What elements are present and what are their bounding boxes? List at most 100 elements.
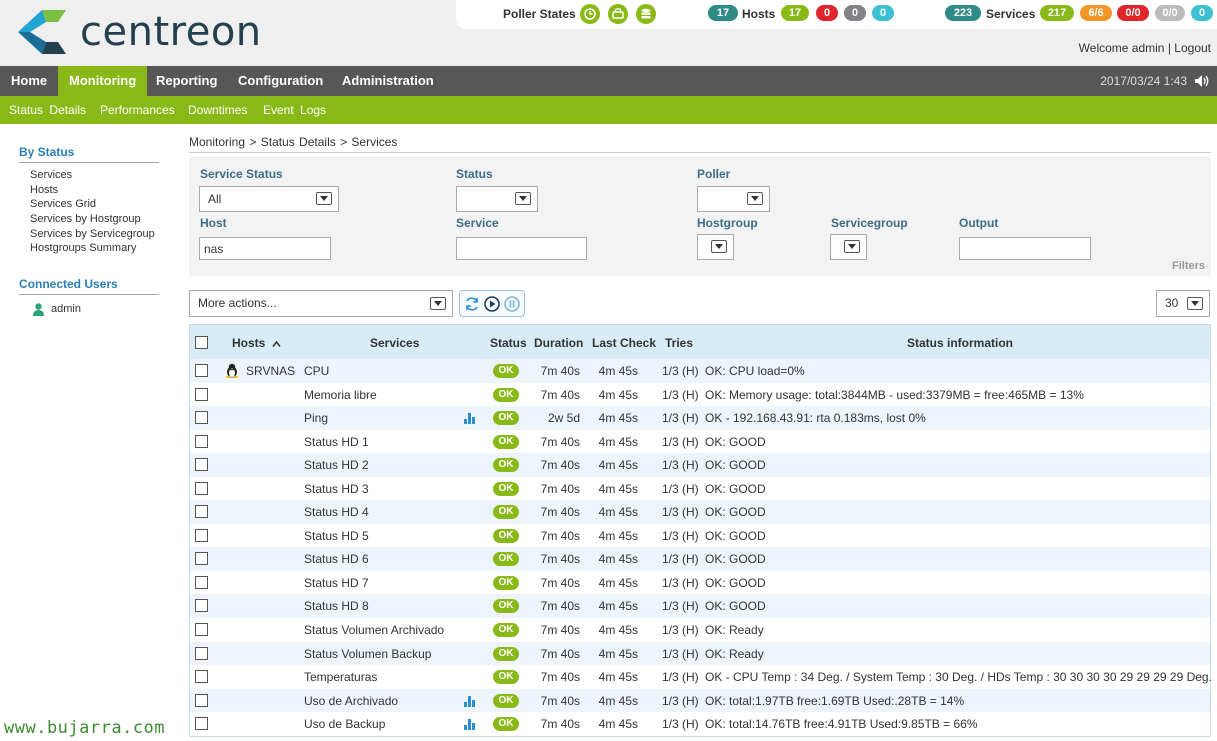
host-input[interactable]: nas bbox=[199, 237, 331, 260]
col-services[interactable]: Services bbox=[370, 336, 419, 350]
status-select[interactable] bbox=[456, 186, 538, 212]
service-name[interactable]: Uso de Archivado bbox=[304, 694, 398, 708]
nav-monitoring[interactable]: Monitoring bbox=[58, 66, 148, 96]
table-row[interactable]: Status HD 8 OK 7m 40s 4m 45s 1/3 (H) OK: GOOD bbox=[190, 594, 1210, 619]
service-name[interactable]: Memoria libre bbox=[304, 388, 377, 402]
nav-administration[interactable]: Administration bbox=[331, 66, 445, 96]
service-name[interactable]: Status HD 7 bbox=[304, 576, 369, 590]
table-row[interactable]: Uso de Backup OK 7m 40s 4m 45s 1/3 (H) OK: to… bbox=[190, 712, 1210, 736]
pause-icon[interactable] bbox=[504, 296, 520, 312]
services-critical-badge[interactable]: 0/0 bbox=[1117, 5, 1149, 21]
row-checkbox[interactable] bbox=[195, 458, 208, 472]
clock-icon[interactable] bbox=[580, 4, 600, 24]
hosts-pending-badge[interactable]: 0 bbox=[872, 5, 894, 21]
graph-icon[interactable] bbox=[464, 413, 476, 425]
connected-user-admin[interactable]: admin bbox=[51, 303, 81, 315]
refresh-icon[interactable] bbox=[464, 296, 480, 312]
sidebar-link-hostgroups-summary[interactable]: Hostgroups Summary bbox=[30, 242, 136, 254]
table-row[interactable]: Temperaturas OK 7m 40s 4m 45s 1/3 (H) OK - CP… bbox=[190, 665, 1212, 689]
row-checkbox[interactable] bbox=[195, 717, 208, 731]
service-name[interactable]: Uso de Backup bbox=[304, 717, 385, 731]
row-checkbox[interactable] bbox=[195, 670, 208, 684]
services-pending-badge[interactable]: 0 bbox=[1191, 5, 1213, 21]
poller-select[interactable] bbox=[697, 186, 770, 212]
select-all-checkbox[interactable] bbox=[195, 336, 208, 349]
row-checkbox[interactable] bbox=[195, 364, 208, 377]
hosts-down-badge[interactable]: 0 bbox=[816, 5, 838, 21]
output-input[interactable] bbox=[959, 237, 1091, 260]
service-name[interactable]: Temperaturas bbox=[304, 670, 377, 684]
table-row[interactable]: Memoria libre OK 7m 40s 4m 45s 1/3 (H) OK: Me… bbox=[190, 382, 1210, 407]
services-unknown-badge[interactable]: 0/0 bbox=[1155, 5, 1185, 21]
row-checkbox[interactable] bbox=[195, 481, 208, 495]
hostgroup-select[interactable] bbox=[697, 234, 734, 260]
sidebar-by-status-title[interactable]: By Status bbox=[19, 145, 74, 159]
service-name[interactable]: Status HD 3 bbox=[304, 482, 369, 496]
poller-icon[interactable] bbox=[608, 4, 628, 24]
services-total-badge[interactable]: 223 bbox=[945, 5, 981, 21]
service-input[interactable] bbox=[456, 237, 587, 260]
subnav-event-logs[interactable]: Event Logs bbox=[263, 96, 326, 124]
row-checkbox[interactable] bbox=[195, 505, 208, 519]
table-row[interactable]: Status Volumen Backup OK 7m 40s 4m 45s 1/3 (… bbox=[190, 641, 1210, 666]
table-row[interactable]: Status HD 2 OK 7m 40s 4m 45s 1/3 (H) OK: GOOD bbox=[190, 453, 1210, 477]
services-ok-badge[interactable]: 217 bbox=[1040, 5, 1074, 21]
col-last-check[interactable]: Last Check bbox=[592, 336, 656, 350]
subnav-status-details[interactable]: Status Details bbox=[9, 96, 86, 124]
sidebar-link-hosts[interactable]: Hosts bbox=[30, 184, 58, 196]
subnav-performances[interactable]: Performances bbox=[100, 96, 175, 124]
col-status[interactable]: Status bbox=[490, 336, 527, 350]
row-checkbox[interactable] bbox=[195, 528, 208, 542]
subnav-downtimes[interactable]: Downtimes bbox=[188, 96, 247, 124]
page-size-select[interactable]: 30 bbox=[1156, 290, 1210, 317]
row-checkbox[interactable] bbox=[195, 575, 208, 589]
host-name[interactable]: SRVNAS bbox=[246, 364, 295, 378]
sidebar-link-services-by-servicegroup[interactable]: Services by Servicegroup bbox=[30, 228, 155, 240]
table-row[interactable]: Uso de Archivado OK 7m 40s 4m 45s 1/3 (H) OK:… bbox=[190, 688, 1210, 713]
row-checkbox[interactable] bbox=[195, 387, 208, 401]
row-checkbox[interactable] bbox=[195, 646, 208, 660]
database-icon[interactable] bbox=[636, 4, 656, 24]
table-row[interactable]: Status HD 3 OK 7m 40s 4m 45s 1/3 (H) OK: GOOD bbox=[190, 476, 1210, 501]
service-name[interactable]: Status HD 6 bbox=[304, 552, 369, 566]
table-row[interactable]: Status HD 4 OK 7m 40s 4m 45s 1/3 (H) OK: GOOD bbox=[190, 500, 1210, 524]
col-status-information[interactable]: Status information bbox=[907, 336, 1013, 350]
speaker-icon[interactable] bbox=[1194, 74, 1210, 88]
sidebar-link-services-grid[interactable]: Services Grid bbox=[30, 198, 96, 210]
row-checkbox[interactable] bbox=[195, 623, 208, 637]
services-warning-badge[interactable]: 6/6 bbox=[1080, 5, 1112, 21]
play-icon[interactable] bbox=[484, 296, 500, 312]
more-actions-select[interactable]: More actions... bbox=[189, 290, 453, 317]
service-name[interactable]: Status HD 2 bbox=[304, 458, 369, 472]
sidebar-link-services-by-hostgroup[interactable]: Services by Hostgroup bbox=[30, 213, 141, 225]
table-row[interactable]: Ping OK 2w 5d 4m 45s 1/3 (H) OK - 192.168.43.… bbox=[190, 406, 1210, 430]
service-name[interactable]: Status HD 4 bbox=[304, 505, 369, 519]
table-row[interactable]: SRVNAS CPU OK 7m 40s 4m 45s 1/3 (H) OK: CPU lo… bbox=[190, 359, 1210, 383]
nav-home[interactable]: Home bbox=[0, 66, 58, 96]
row-checkbox[interactable] bbox=[195, 599, 208, 613]
logout-link[interactable]: Logout bbox=[1174, 41, 1211, 55]
row-checkbox[interactable] bbox=[195, 411, 208, 425]
table-row[interactable]: Status Volumen Archivado OK 7m 40s 4m 45s 1/… bbox=[190, 618, 1210, 642]
filters-toggle[interactable]: Filters bbox=[1172, 260, 1205, 272]
service-name[interactable]: Status HD 1 bbox=[304, 435, 369, 449]
servicegroup-select[interactable] bbox=[830, 234, 867, 260]
row-checkbox[interactable] bbox=[195, 434, 208, 448]
nav-configuration[interactable]: Configuration bbox=[227, 66, 334, 96]
table-row[interactable]: Status HD 6 OK 7m 40s 4m 45s 1/3 (H) OK: GOOD bbox=[190, 547, 1210, 571]
col-duration[interactable]: Duration bbox=[534, 336, 583, 350]
col-tries[interactable]: Tries bbox=[665, 336, 693, 350]
table-row[interactable]: Status HD 7 OK 7m 40s 4m 45s 1/3 (H) OK: GOOD bbox=[190, 570, 1210, 595]
hosts-unreachable-badge[interactable]: 0 bbox=[844, 5, 866, 21]
graph-icon[interactable] bbox=[464, 719, 476, 731]
service-status-select[interactable]: All bbox=[199, 186, 339, 212]
service-name[interactable]: Status Volumen Backup bbox=[304, 647, 431, 661]
sort-asc-icon[interactable] bbox=[272, 337, 281, 351]
col-hosts[interactable]: Hosts bbox=[232, 336, 265, 350]
service-name[interactable]: Ping bbox=[304, 411, 328, 425]
hosts-total-badge[interactable]: 17 bbox=[708, 5, 738, 21]
row-checkbox[interactable] bbox=[195, 693, 208, 707]
hosts-up-badge[interactable]: 17 bbox=[781, 5, 809, 21]
sidebar-link-services[interactable]: Services bbox=[30, 169, 72, 181]
graph-icon[interactable] bbox=[464, 695, 476, 707]
